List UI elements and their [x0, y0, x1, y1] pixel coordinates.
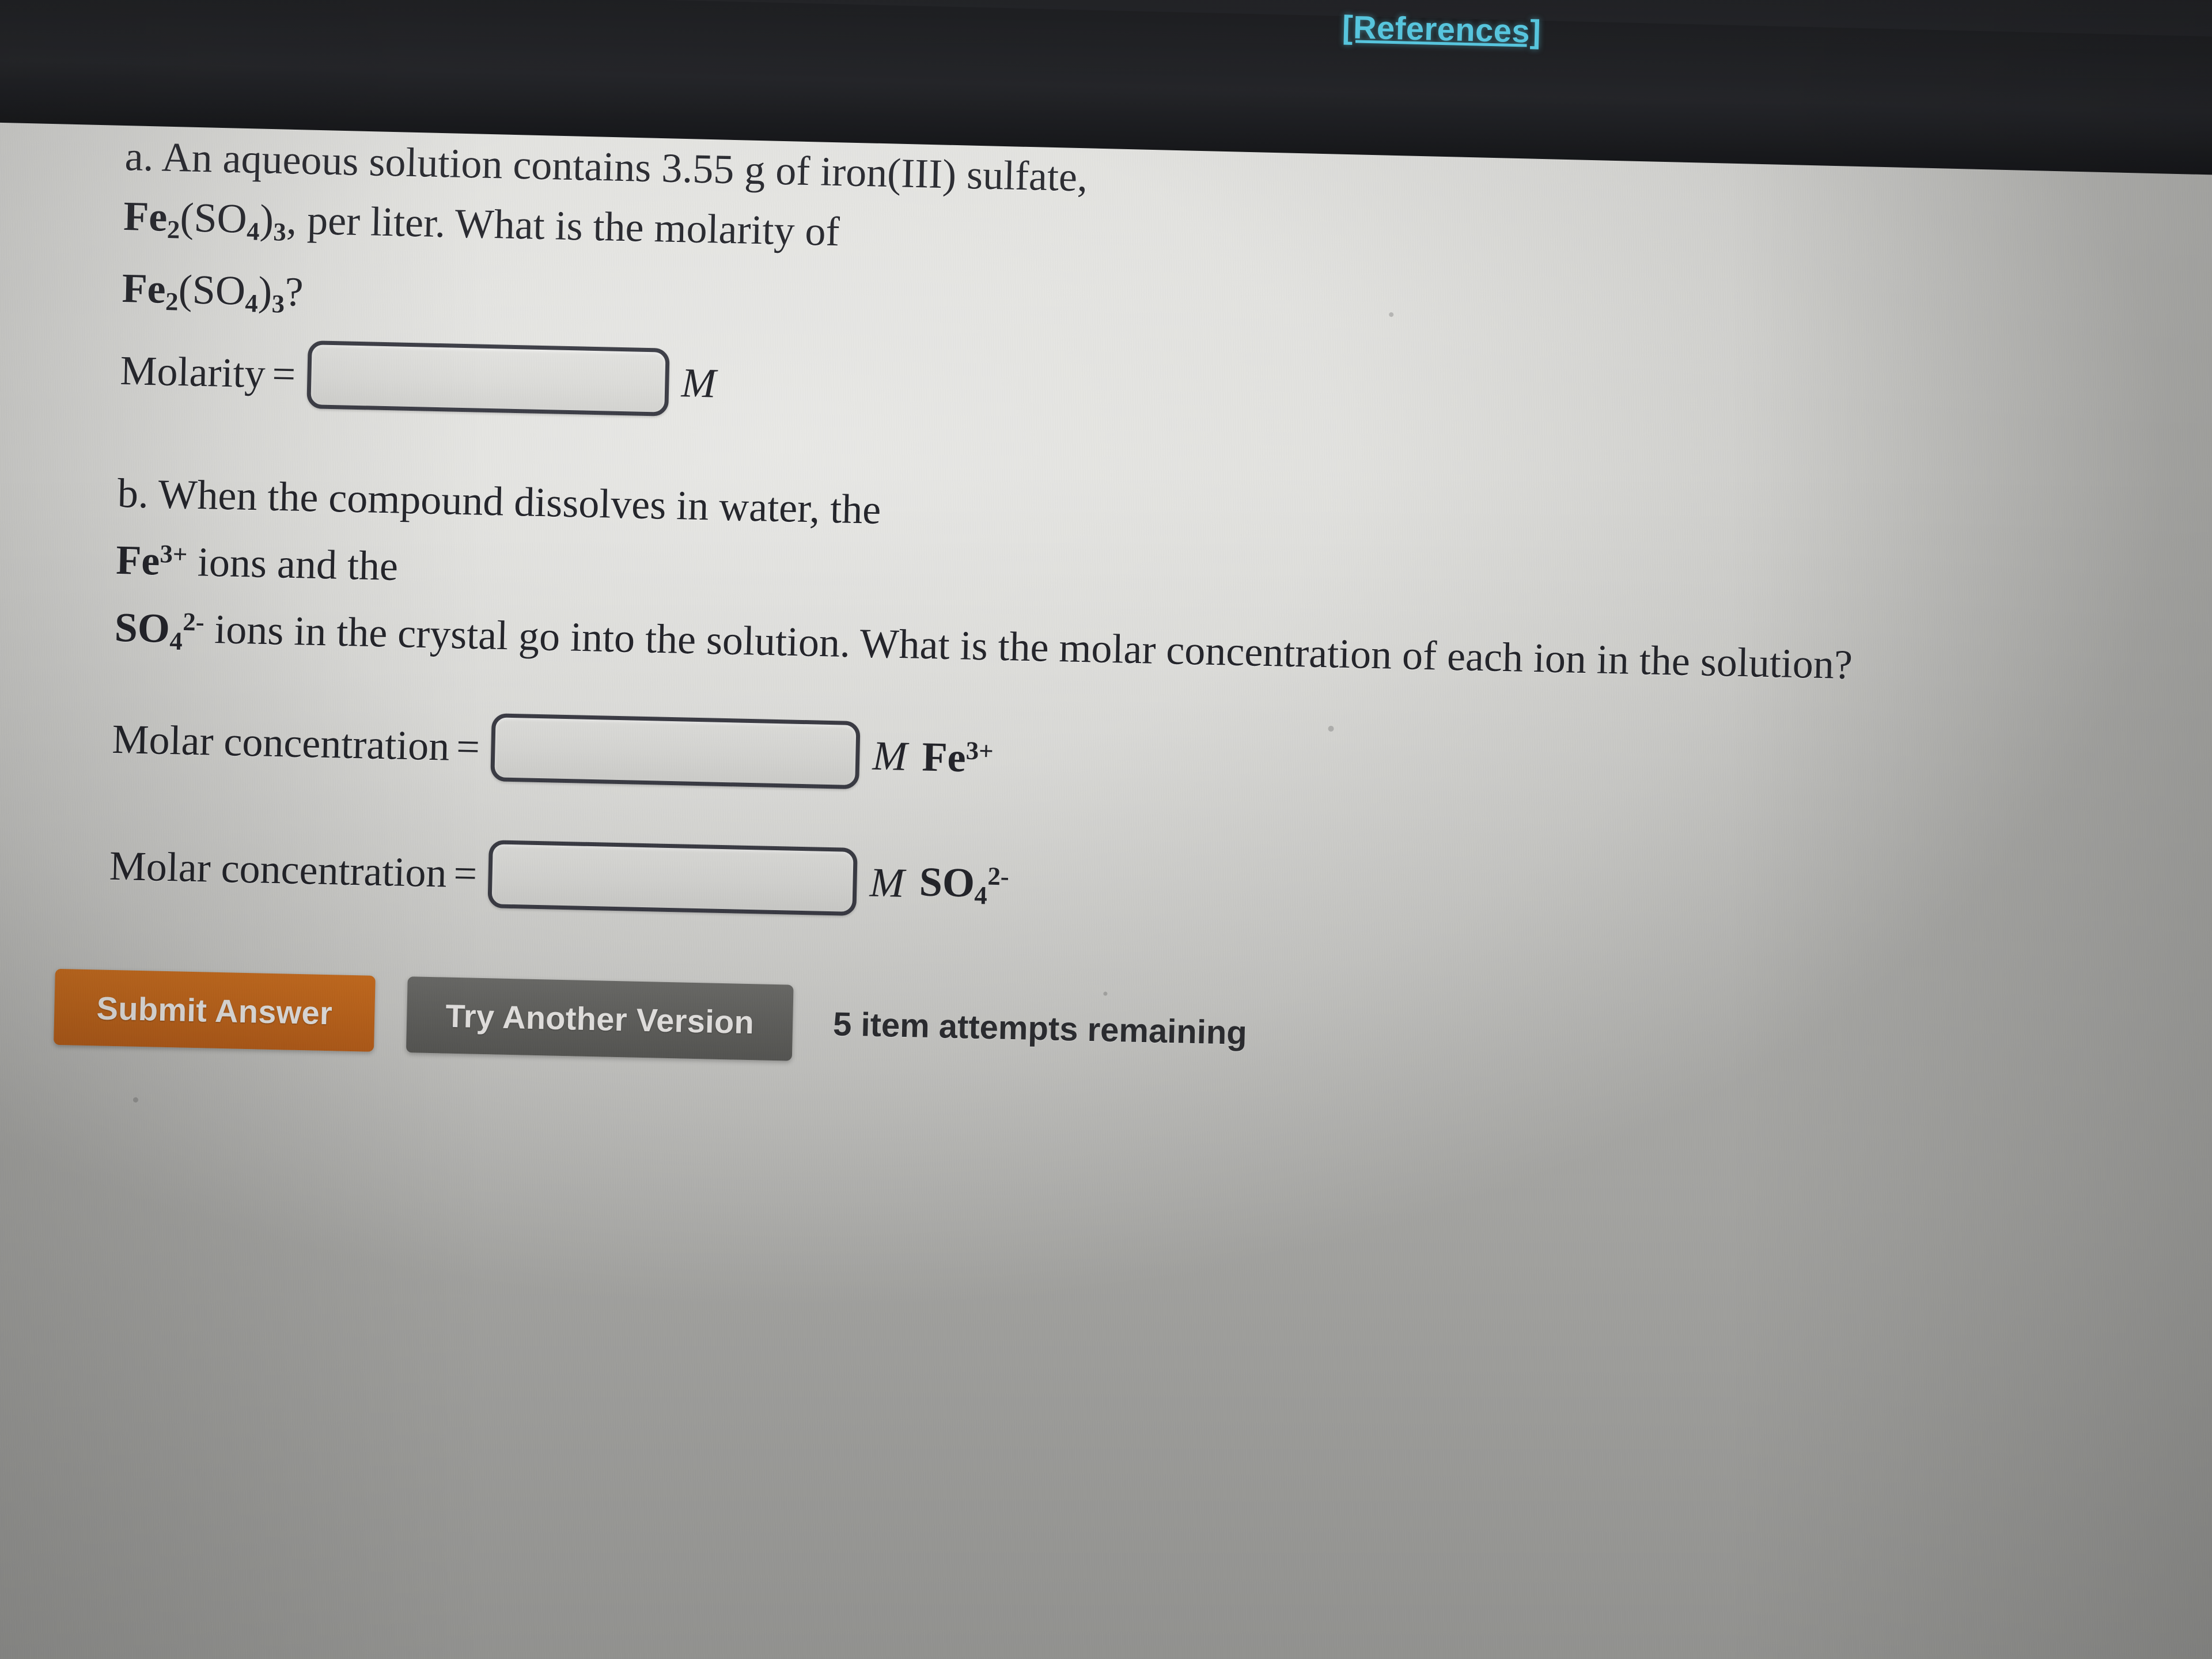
formula-so4-2minus: SO42-: [114, 604, 205, 656]
molar-concentration-so4-unit: M: [869, 859, 905, 906]
part-a-line-3-tail: ?: [284, 268, 304, 316]
references-link[interactable]: [References]: [1342, 8, 1541, 50]
molar-concentration-so4-input[interactable]: [487, 840, 858, 916]
molarity-label: Molarity: [119, 347, 266, 396]
molar-concentration-fe-equals-sign: =: [456, 723, 480, 770]
molar-concentration-so4-row: Molar concentration = M SO42-: [109, 832, 1010, 919]
formula-fe3plus: Fe3+: [115, 537, 188, 584]
molar-concentration-so4-ion: SO42-: [919, 858, 1010, 910]
question-part-a: a. An aqueous solution contains 3.55 g o…: [121, 126, 1088, 351]
screen-surface: a. An aqueous solution contains 3.55 g o…: [0, 68, 2212, 1659]
molarity-unit: M: [681, 359, 717, 407]
try-another-version-button[interactable]: Try Another Version: [406, 976, 794, 1061]
molar-concentration-fe-unit: M: [872, 732, 908, 779]
molarity-input[interactable]: [306, 340, 670, 416]
dust-speck: [132, 1097, 139, 1103]
molar-concentration-fe-input[interactable]: [490, 713, 861, 790]
molar-concentration-so4-label: Molar concentration: [108, 842, 448, 896]
molarity-equals-sign: =: [271, 350, 297, 397]
molar-concentration-fe-ion: Fe3+: [921, 733, 994, 781]
question-part-b: b. When the compound dissolves in water,…: [113, 463, 1856, 707]
monitor-photo: a. An aqueous solution contains 3.55 g o…: [0, 0, 2212, 1659]
part-a-line-2-tail: , per liter. What is the molarity of: [286, 196, 840, 255]
molar-concentration-fe-row: Molar concentration = M Fe3+: [111, 705, 994, 792]
molar-concentration-so4-equals-sign: =: [453, 850, 478, 897]
submit-answer-button[interactable]: Submit Answer: [54, 968, 376, 1052]
dust-speck: [1103, 991, 1108, 996]
molar-concentration-fe-label: Molar concentration: [111, 715, 450, 770]
dust-speck: [1328, 725, 1334, 732]
part-b-line-2-tail: ions and the: [197, 539, 399, 590]
formula-iron-sulfate-1: Fe2(SO4)3: [123, 193, 287, 247]
formula-iron-sulfate-2: Fe2(SO4)3: [121, 265, 285, 319]
attempts-remaining-text: 5 item attempts remaining: [832, 1005, 1248, 1052]
dust-speck: [1389, 312, 1394, 317]
molarity-answer-row: Molarity = M: [119, 336, 717, 418]
action-button-row: Submit Answer Try Another Version 5 item…: [54, 968, 1248, 1071]
